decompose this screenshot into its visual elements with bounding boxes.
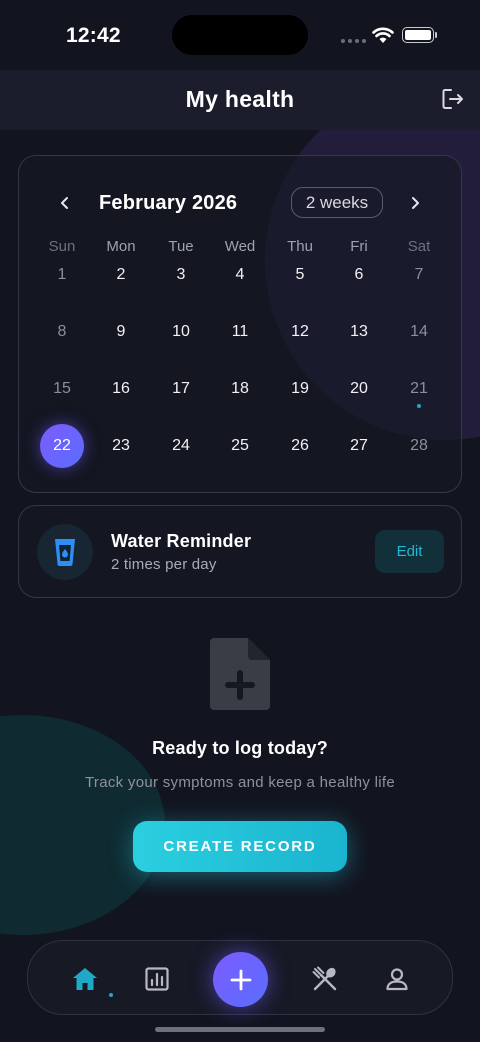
reminder-frequency: 2 times per day	[111, 556, 217, 573]
water-reminder-card: Water Reminder 2 times per day Edit	[18, 505, 462, 598]
tab-profile[interactable]	[377, 959, 417, 999]
range-selector[interactable]: 2 weeks	[291, 187, 383, 218]
calendar-day[interactable]: 28	[397, 424, 441, 468]
month-label: February 2026	[99, 192, 238, 214]
calendar-day[interactable]: 19	[278, 367, 322, 411]
status-bar: 12:42	[0, 0, 480, 70]
calendar-day[interactable]: 5	[278, 253, 322, 297]
empty-state-title: Ready to log today?	[152, 738, 328, 758]
calendar-day[interactable]: 25	[218, 424, 262, 468]
water-glass-icon	[55, 539, 75, 566]
calendar-day[interactable]: 9	[99, 310, 143, 354]
app-screen: 12:42 My health February 2026 2 weeks Su…	[0, 0, 480, 1042]
dynamic-island	[172, 15, 308, 55]
calendar-day[interactable]: 1	[40, 253, 84, 297]
fork-knife-icon	[312, 966, 337, 991]
reminder-icon-badge	[37, 524, 93, 580]
edit-reminder-button[interactable]: Edit	[375, 530, 444, 573]
calendar-day[interactable]: 11	[218, 310, 262, 354]
calendar-day[interactable]: 13	[337, 310, 381, 354]
cellular-signal-icon	[341, 39, 366, 43]
calendar-day[interactable]: 14	[397, 310, 441, 354]
calendar-day[interactable]: 8	[40, 310, 84, 354]
calendar-day[interactable]: 12	[278, 310, 322, 354]
calendar-day-marker	[417, 404, 421, 408]
status-time: 12:42	[66, 24, 121, 47]
calendar-day[interactable]: 24	[159, 424, 203, 468]
calendar-day[interactable]: 18	[218, 367, 262, 411]
add-document-icon	[210, 638, 270, 710]
tab-statistics[interactable]	[137, 959, 177, 999]
reminder-title: Water Reminder	[111, 531, 252, 551]
create-record-button[interactable]: CREATE RECORD	[133, 821, 347, 872]
wifi-icon	[372, 27, 394, 43]
calendar-day[interactable]: 16	[99, 367, 143, 411]
home-icon	[73, 968, 97, 990]
calendar-day[interactable]: 3	[159, 253, 203, 297]
add-button[interactable]	[213, 952, 268, 1007]
logout-icon[interactable]	[440, 86, 466, 112]
calendar-day[interactable]: 6	[337, 253, 381, 297]
app-header: My health	[0, 70, 480, 130]
battery-cap	[435, 32, 437, 38]
chevron-left-icon[interactable]	[53, 191, 77, 215]
calendar-day-selected[interactable]: 22	[40, 424, 84, 468]
calendar-day[interactable]: 7	[397, 253, 441, 297]
chart-icon	[145, 967, 169, 991]
calendar-day[interactable]: 20	[337, 367, 381, 411]
calendar-day[interactable]: 23	[99, 424, 143, 468]
calendar-day[interactable]: 17	[159, 367, 203, 411]
calendar-day[interactable]: 2	[99, 253, 143, 297]
battery-icon	[402, 27, 434, 43]
tab-food[interactable]	[305, 959, 345, 999]
active-tab-indicator	[109, 993, 113, 997]
page-title: My health	[185, 86, 295, 112]
home-indicator	[155, 1027, 325, 1032]
calendar-day[interactable]: 4	[218, 253, 262, 297]
calendar-day[interactable]: 26	[278, 424, 322, 468]
calendar-card: February 2026 2 weeks Sun Mon Tue Wed Thu Fri…	[18, 155, 462, 493]
bottom-tab-bar	[27, 940, 453, 1015]
calendar-day[interactable]: 15	[40, 367, 84, 411]
calendar-day[interactable]: 10	[159, 310, 203, 354]
calendar-day[interactable]: 27	[337, 424, 381, 468]
chevron-right-icon[interactable]	[403, 191, 427, 215]
tab-home[interactable]	[65, 959, 105, 999]
add-icon	[230, 969, 251, 990]
empty-state-subtitle: Track your symptoms and keep a healthy l…	[85, 774, 395, 791]
profile-icon	[386, 968, 408, 991]
